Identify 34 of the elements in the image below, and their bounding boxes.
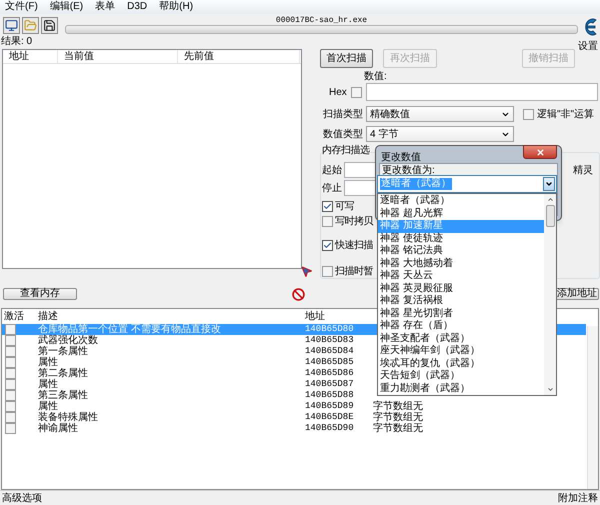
table-cell-text: 140B65D83 xyxy=(305,336,355,345)
table-cell-text: 140B65D80 xyxy=(305,325,355,334)
table-cell-text: 140B65D86 xyxy=(305,369,355,378)
hex-label: Hex xyxy=(329,86,348,100)
table-cell: 字节数组 xyxy=(373,402,413,412)
group-title: 内存扫描选 xyxy=(322,145,370,157)
value-label: 数值: xyxy=(364,71,388,82)
table-cell-text: 140B65D84 xyxy=(305,347,355,356)
table-cell-text: 140B65D90 xyxy=(305,424,355,433)
value-type-label: 数值类型 xyxy=(323,128,363,142)
option-label: 快速扫描 xyxy=(335,238,373,252)
table-cell-text: 140B65D85 xyxy=(305,358,355,367)
process-title: 000017BC-sao_hr.exe xyxy=(276,16,368,25)
table-cell-text: 140B65D88 xyxy=(305,391,355,400)
option-label: 写时拷贝 xyxy=(335,214,373,228)
stop-label: 停止 xyxy=(322,182,343,196)
option-label: 可写 xyxy=(335,200,354,214)
combo-value: 逐暗者（武器） xyxy=(380,178,452,190)
results-count: 结果: 0 xyxy=(0,36,32,47)
table-cell-text: 140B65D8E xyxy=(305,413,355,422)
dialog-label: 更改数值为: xyxy=(382,165,435,176)
table-cell: 字节数组 xyxy=(373,424,413,434)
start-label: 起始 xyxy=(322,164,343,178)
table-cell-text: 140B65D87 xyxy=(305,380,355,389)
side-text: 精灵 xyxy=(573,164,593,178)
not-operation-label: 逻辑"非"运算 xyxy=(537,108,594,122)
table-cell: 无 xyxy=(413,402,423,412)
dialog-title: 更改数值 xyxy=(381,151,421,165)
table-cell: 无 xyxy=(413,424,423,434)
table-cell: 字节数组 xyxy=(373,412,413,422)
scan-type-label: 扫描类型 xyxy=(323,108,363,122)
table-cell-text: 140B65D89 xyxy=(305,402,355,411)
table-cell: 无 xyxy=(413,412,423,422)
option-label: 扫描时暂 xyxy=(335,264,373,278)
